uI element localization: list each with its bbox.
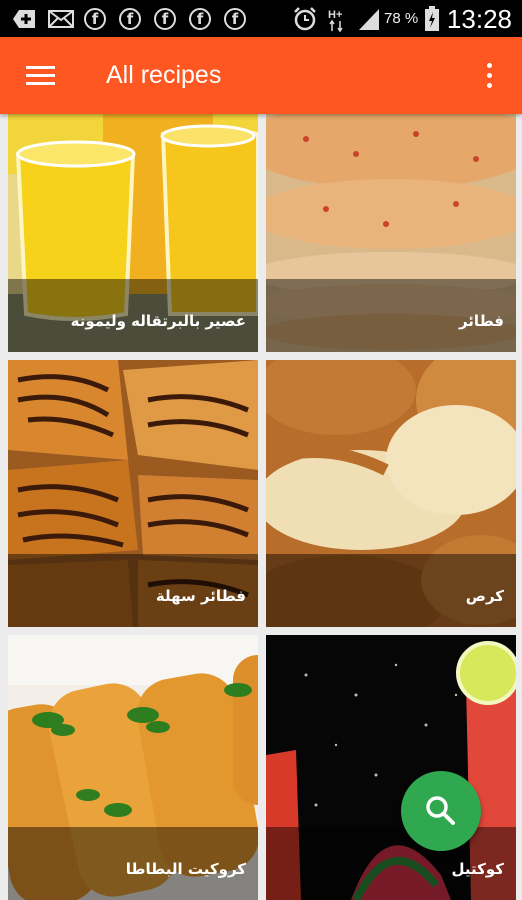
more-vert-icon[interactable] (483, 63, 497, 89)
status-bar: f f f f f H+ 78 % 13:28 (0, 0, 522, 37)
recipe-title: عصير بالبرتقاله وليمونه (70, 312, 246, 330)
search-icon (426, 796, 455, 825)
mail-icon (48, 10, 74, 28)
battery-icon (425, 6, 439, 31)
facebook-icon: f (154, 8, 176, 30)
recipe-card[interactable]: كرص (266, 360, 516, 627)
recipe-card[interactable]: كروكيت البطاطا (8, 635, 258, 900)
page-title: All recipes (106, 61, 222, 89)
facebook-icon: f (119, 8, 141, 30)
recipe-title: كوكتيل (451, 860, 505, 878)
menu-icon[interactable] (26, 66, 55, 86)
facebook-icon: f (224, 8, 246, 30)
battery-percent: 78 % (384, 10, 419, 27)
recipe-card[interactable]: كوكتيل (266, 635, 516, 900)
add-box-icon (13, 10, 35, 28)
recipe-title: فطائر (458, 312, 504, 330)
alarm-icon (294, 7, 316, 31)
recipe-title: كروكيت البطاطا (125, 860, 246, 878)
facebook-icon: f (84, 8, 106, 30)
app-bar: All recipes (0, 37, 522, 114)
facebook-icon: f (189, 8, 211, 30)
search-fab[interactable] (401, 771, 481, 851)
recipe-title: كرص (465, 587, 504, 605)
recipe-card[interactable]: فطائر (266, 114, 516, 352)
svg-text:H+: H+ (328, 9, 342, 21)
data-h-plus-icon: H+ (328, 9, 343, 32)
clock: 13:28 (446, 4, 512, 34)
recipe-card[interactable]: عصير بالبرتقاله وليمونه (8, 114, 258, 352)
signal-icon (359, 9, 379, 30)
recipe-card[interactable]: فطائر سهلة (8, 360, 258, 627)
recipe-title: فطائر سهلة (155, 587, 246, 605)
